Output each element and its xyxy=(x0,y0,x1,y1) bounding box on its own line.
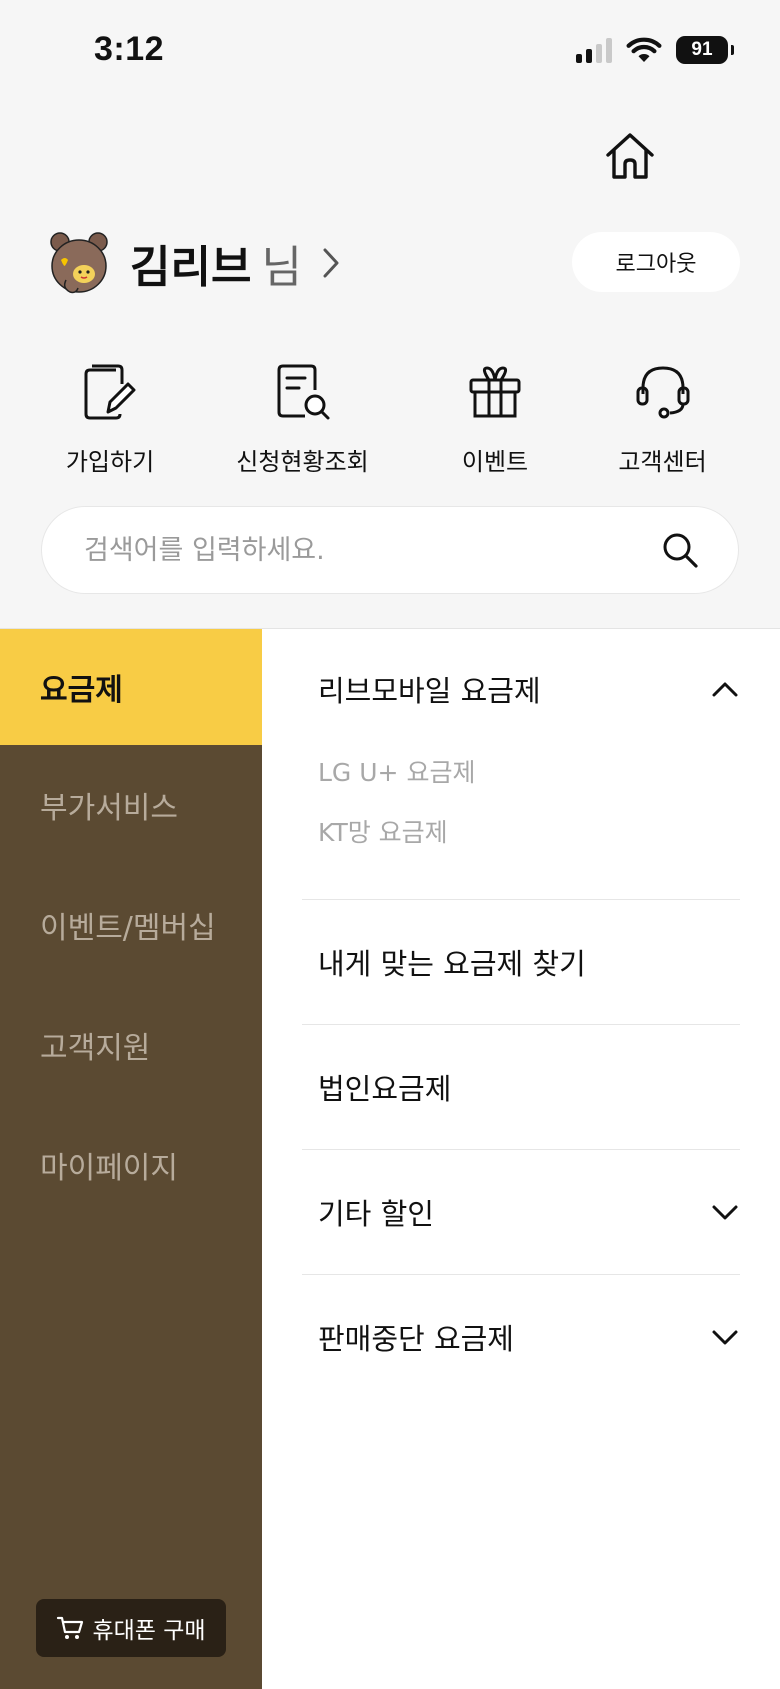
buy-phone-label: 휴대폰 구매 xyxy=(92,1618,206,1644)
battery-indicator: 91 xyxy=(676,36,734,64)
search-icon[interactable] xyxy=(660,530,700,570)
accordion-group: 판매중단 요금제 xyxy=(302,1275,740,1399)
sub-item-lgu-plans[interactable]: LG U+ 요금제 xyxy=(318,741,740,801)
chevron-down-icon xyxy=(710,1322,740,1352)
category-nav: 요금제 부가서비스 이벤트/멤버십 고객지원 마이페이지 휴대폰 구매 xyxy=(0,629,262,1689)
user-name: 김리브 xyxy=(130,242,252,293)
bear-avatar-icon xyxy=(50,232,108,294)
quick-item-customer-center[interactable]: 고객센터 xyxy=(575,360,750,477)
search-input[interactable] xyxy=(84,534,660,566)
accordion-title: 법인요금제 xyxy=(318,1072,452,1106)
accordion-title: 기타 할인 xyxy=(318,1197,434,1231)
gift-icon xyxy=(463,360,527,424)
home-icon xyxy=(606,133,654,179)
quick-item-label: 신청현황조회 xyxy=(236,448,369,476)
accordion-header-discontinued-plans[interactable]: 판매중단 요금제 xyxy=(302,1275,740,1399)
search-box xyxy=(41,506,739,594)
quick-item-label: 이벤트 xyxy=(461,448,529,476)
cellular-signal-icon xyxy=(576,37,612,63)
menu-body: 요금제 부가서비스 이벤트/멤버십 고객지원 마이페이지 휴대폰 구매 리브모바… xyxy=(0,628,780,1689)
accordion-group: 내게 맞는 요금제 찾기 xyxy=(302,900,740,1025)
logout-button[interactable]: 로그아웃 xyxy=(572,232,740,292)
nav-item-events-membership[interactable]: 이벤트/멤버십 xyxy=(0,865,262,985)
buy-phone-button[interactable]: 휴대폰 구매 xyxy=(36,1599,226,1657)
quick-item-signup[interactable]: 가입하기 xyxy=(30,360,190,477)
accordion-group: 법인요금제 xyxy=(302,1025,740,1150)
nav-item-plans[interactable]: 요금제 xyxy=(0,629,262,745)
menu-item-corporate-plans[interactable]: 법인요금제 xyxy=(302,1025,740,1149)
sub-item-kt-plans[interactable]: KT망 요금제 xyxy=(318,801,740,861)
status-bar: 3:12 91 xyxy=(0,0,780,100)
menu-item-find-my-plan[interactable]: 내게 맞는 요금제 찾기 xyxy=(302,900,740,1024)
quick-item-label: 고객센터 xyxy=(618,448,707,476)
quick-item-application-status[interactable]: 신청현황조회 xyxy=(190,360,415,477)
chevron-down-icon xyxy=(710,1197,740,1227)
status-time: 3:12 xyxy=(94,30,165,68)
wifi-icon xyxy=(626,37,662,62)
nav-item-add-on-services[interactable]: 부가서비스 xyxy=(0,745,262,865)
quick-menu: 가입하기 신청현황조회 이벤트 고객센터 xyxy=(30,360,750,477)
status-icons: 91 xyxy=(576,36,734,64)
accordion-title: 내게 맞는 요금제 찾기 xyxy=(318,947,586,981)
accordion-header-liiv-plans[interactable]: 리브모바일 요금제 xyxy=(302,629,740,749)
accordion-title: 리브모바일 요금제 xyxy=(318,674,541,708)
submenu-panel: 리브모바일 요금제 LG U+ 요금제 KT망 요금제 내게 맞는 요금제 찾기… xyxy=(262,629,780,1689)
accordion-title: 판매중단 요금제 xyxy=(318,1322,514,1356)
nav-item-customer-support[interactable]: 고객지원 xyxy=(0,985,262,1105)
profile-link[interactable]: 김리브 님 xyxy=(48,228,350,298)
user-honorific: 님 xyxy=(261,242,302,293)
chevron-right-icon xyxy=(320,243,350,283)
quick-item-label: 가입하기 xyxy=(65,448,155,476)
cart-icon xyxy=(57,1616,84,1639)
quick-item-event[interactable]: 이벤트 xyxy=(415,360,575,477)
nav-item-my-page[interactable]: 마이페이지 xyxy=(0,1105,262,1225)
chevron-up-icon xyxy=(710,674,740,704)
accordion-group: 리브모바일 요금제 LG U+ 요금제 KT망 요금제 xyxy=(302,629,740,900)
home-button[interactable] xyxy=(600,128,660,184)
signup-pencil-icon xyxy=(78,360,142,424)
accordion-header-other-discounts[interactable]: 기타 할인 xyxy=(302,1150,740,1274)
battery-level: 91 xyxy=(691,39,713,60)
headset-icon xyxy=(631,360,695,424)
document-search-icon xyxy=(271,360,335,424)
sub-list: LG U+ 요금제 KT망 요금제 xyxy=(302,741,740,899)
accordion-group: 기타 할인 xyxy=(302,1150,740,1275)
